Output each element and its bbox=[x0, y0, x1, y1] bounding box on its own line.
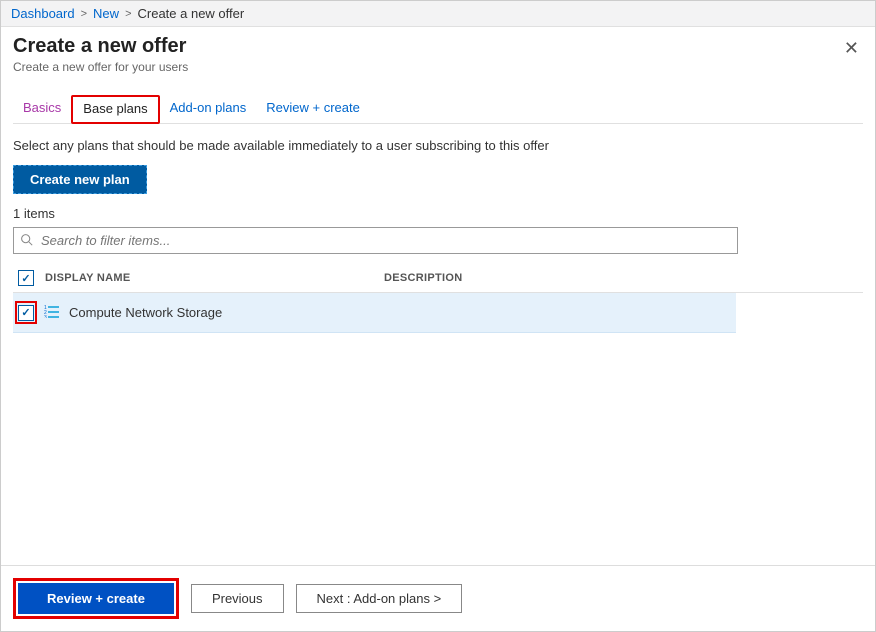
page-subtitle: Create a new offer for your users bbox=[13, 60, 188, 74]
tab-instructions: Select any plans that should be made ava… bbox=[1, 124, 875, 163]
search-input[interactable] bbox=[37, 231, 731, 250]
highlight-row-checkbox bbox=[15, 301, 37, 324]
column-display-name[interactable]: DISPLAY NAME bbox=[39, 272, 384, 284]
chevron-right-icon: > bbox=[81, 8, 87, 20]
review-create-button[interactable]: Review + create bbox=[18, 583, 174, 614]
items-count: 1 items bbox=[1, 204, 875, 227]
tab-basics[interactable]: Basics bbox=[13, 94, 71, 123]
highlight-review-create: Review + create bbox=[13, 578, 179, 619]
previous-button[interactable]: Previous bbox=[191, 584, 284, 613]
tab-base-plans[interactable]: Base plans bbox=[83, 101, 147, 116]
column-description[interactable]: DESCRIPTION bbox=[384, 272, 863, 284]
select-all-checkbox[interactable] bbox=[18, 270, 34, 286]
page-header: Create a new offer Create a new offer fo… bbox=[1, 27, 875, 78]
search-box[interactable] bbox=[13, 227, 738, 254]
table-header: DISPLAY NAME DESCRIPTION bbox=[13, 264, 863, 293]
wizard-footer: Review + create Previous Next : Add-on p… bbox=[1, 565, 875, 631]
tab-bar: Basics Base plans Add-on plans Review + … bbox=[13, 94, 863, 124]
row-display-name: Compute Network Storage bbox=[65, 305, 736, 320]
plan-icon: 1 2 3 bbox=[44, 304, 60, 321]
tab-addon-plans[interactable]: Add-on plans bbox=[160, 94, 257, 123]
chevron-right-icon: > bbox=[125, 8, 131, 20]
svg-text:3: 3 bbox=[44, 315, 47, 318]
breadcrumb-new[interactable]: New bbox=[93, 6, 119, 21]
breadcrumb: Dashboard > New > Create a new offer bbox=[1, 1, 875, 27]
create-new-plan-button[interactable]: Create new plan bbox=[13, 165, 147, 194]
breadcrumb-dashboard[interactable]: Dashboard bbox=[11, 6, 75, 21]
search-icon bbox=[20, 233, 33, 249]
page-title: Create a new offer bbox=[13, 35, 188, 58]
tab-review-create[interactable]: Review + create bbox=[256, 94, 370, 123]
row-checkbox[interactable] bbox=[18, 305, 34, 321]
close-icon[interactable]: ✕ bbox=[840, 35, 863, 61]
next-button[interactable]: Next : Add-on plans > bbox=[296, 584, 463, 613]
breadcrumb-current: Create a new offer bbox=[138, 6, 245, 21]
table-row[interactable]: 1 2 3 Compute Network Storage bbox=[13, 293, 736, 333]
highlight-tab-base-plans: Base plans bbox=[71, 95, 159, 124]
